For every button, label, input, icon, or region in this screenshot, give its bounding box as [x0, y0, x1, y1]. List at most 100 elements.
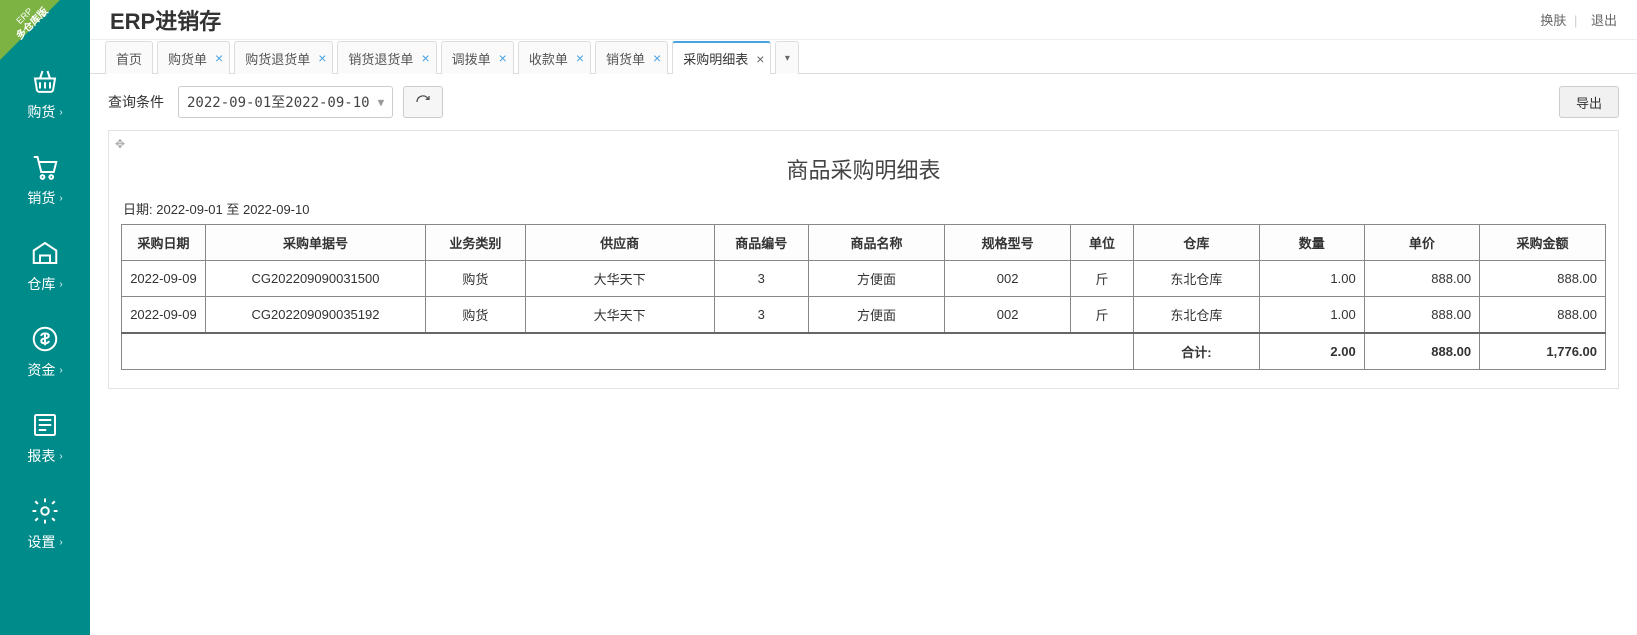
- sidebar-item-label: 仓库: [27, 274, 55, 294]
- cell-unit: 斤: [1071, 297, 1134, 334]
- total-price: 888.00: [1364, 333, 1479, 370]
- date-range-select[interactable]: 2022-09-01至2022-09-10 ▼: [178, 86, 393, 118]
- sidebar: 购货 › 销货 › 仓库 › 资金 ›: [0, 0, 90, 635]
- chevron-right-icon: ›: [59, 537, 62, 548]
- close-icon[interactable]: ×: [421, 51, 429, 65]
- cell-type: 购货: [426, 261, 526, 297]
- warehouse-icon: [28, 236, 62, 270]
- sidebar-item-label: 设置: [27, 532, 55, 552]
- cell-supplier: 大华天下: [525, 261, 714, 297]
- chevron-right-icon: ›: [59, 107, 62, 118]
- cell-price: 888.00: [1364, 297, 1479, 334]
- report-table: 采购日期 采购单据号 业务类别 供应商 商品编号 商品名称 规格型号 单位 仓库…: [121, 224, 1606, 370]
- cell-pcode: 3: [714, 297, 808, 334]
- close-icon[interactable]: ×: [756, 52, 764, 66]
- tab-purchase-order[interactable]: 购货单 ×: [157, 41, 230, 74]
- cell-date: 2022-09-09: [122, 297, 206, 334]
- sidebar-item-sales[interactable]: 销货 ›: [0, 136, 90, 222]
- table-row[interactable]: 2022-09-09 CG202209090031500 购货 大华天下 3 方…: [122, 261, 1606, 297]
- col-order: 采购单据号: [205, 225, 425, 261]
- cell-pcode: 3: [714, 261, 808, 297]
- logout-link[interactable]: 退出: [1591, 13, 1617, 28]
- toolbar: 查询条件 2022-09-01至2022-09-10 ▼ 导出: [90, 74, 1637, 130]
- cell-spec: 002: [945, 297, 1071, 334]
- sidebar-item-reports[interactable]: 报表 ›: [0, 394, 90, 480]
- close-icon[interactable]: ×: [499, 51, 507, 65]
- date-sep: 至: [223, 202, 243, 217]
- tab-label: 调拨单: [452, 49, 491, 68]
- divider: |: [1574, 13, 1577, 28]
- sidebar-item-settings[interactable]: 设置 ›: [0, 480, 90, 566]
- tab-home[interactable]: 首页: [105, 41, 153, 74]
- tab-receipt[interactable]: 收款单 ×: [518, 41, 591, 74]
- col-date: 采购日期: [122, 225, 206, 261]
- cell-pname: 方便面: [808, 297, 944, 334]
- close-icon[interactable]: ×: [576, 51, 584, 65]
- refresh-button[interactable]: [403, 86, 443, 118]
- col-supplier: 供应商: [525, 225, 714, 261]
- tab-label: 采购明细表: [683, 49, 748, 68]
- close-icon[interactable]: ×: [215, 51, 223, 65]
- cell-qty: 1.00: [1259, 261, 1364, 297]
- close-icon[interactable]: ×: [653, 51, 661, 65]
- report-date-line: 日期: 2022-09-01 至 2022-09-10: [121, 199, 1606, 218]
- sidebar-item-label: 报表: [27, 446, 55, 466]
- chevron-down-icon: ▾: [785, 53, 790, 64]
- tab-label: 销货退货单: [348, 49, 413, 68]
- gear-icon: [28, 494, 62, 528]
- report-icon: [28, 408, 62, 442]
- chevron-right-icon: ›: [59, 451, 62, 462]
- sidebar-item-label: 销货: [27, 188, 55, 208]
- cell-order: CG202209090031500: [205, 261, 425, 297]
- tab-label: 收款单: [529, 49, 568, 68]
- close-icon[interactable]: ×: [318, 51, 326, 65]
- chevron-right-icon: ›: [59, 365, 62, 376]
- tab-label: 购货单: [168, 49, 207, 68]
- cell-date: 2022-09-09: [122, 261, 206, 297]
- panel-settings-icon[interactable]: ✥: [115, 137, 125, 151]
- sidebar-item-purchase[interactable]: 购货 ›: [0, 50, 90, 136]
- content: ✥ 商品采购明细表 日期: 2022-09-01 至 2022-09-10 采购…: [90, 130, 1637, 407]
- cell-qty: 1.00: [1259, 297, 1364, 334]
- col-type: 业务类别: [426, 225, 526, 261]
- sidebar-item-warehouse[interactable]: 仓库 ›: [0, 222, 90, 308]
- total-qty: 2.00: [1259, 333, 1364, 370]
- report-title: 商品采购明细表: [121, 143, 1606, 199]
- cell-order: CG202209090035192: [205, 297, 425, 334]
- date-to: 2022-09-10: [243, 202, 310, 217]
- cell-spec: 002: [945, 261, 1071, 297]
- report-panel: ✥ 商品采购明细表 日期: 2022-09-01 至 2022-09-10 采购…: [108, 130, 1619, 389]
- table-header-row: 采购日期 采购单据号 业务类别 供应商 商品编号 商品名称 规格型号 单位 仓库…: [122, 225, 1606, 261]
- date-prefix: 日期:: [123, 202, 156, 217]
- table-total-row: 合计: 2.00 888.00 1,776.00: [122, 333, 1606, 370]
- date-from: 2022-09-01: [156, 202, 223, 217]
- cell-supplier: 大华天下: [525, 297, 714, 334]
- cell-pname: 方便面: [808, 261, 944, 297]
- sidebar-item-label: 购货: [27, 102, 55, 122]
- total-amount: 1,776.00: [1480, 333, 1606, 370]
- cell-price: 888.00: [1364, 261, 1479, 297]
- dollar-icon: [28, 322, 62, 356]
- tab-transfer[interactable]: 调拨单 ×: [441, 41, 514, 74]
- query-label: 查询条件: [108, 92, 164, 112]
- tab-sales-return[interactable]: 销货退货单 ×: [337, 41, 436, 74]
- sidebar-item-label: 资金: [27, 360, 55, 380]
- tab-purchase-return[interactable]: 购货退货单 ×: [234, 41, 333, 74]
- cell-wh: 东北仓库: [1133, 297, 1259, 334]
- cell-wh: 东北仓库: [1133, 261, 1259, 297]
- sidebar-item-finance[interactable]: 资金 ›: [0, 308, 90, 394]
- skin-link[interactable]: 换肤: [1540, 13, 1566, 28]
- chevron-down-icon: ▼: [378, 96, 385, 109]
- col-wh: 仓库: [1133, 225, 1259, 261]
- tab-purchase-detail-report[interactable]: 采购明细表 ×: [672, 41, 771, 74]
- chevron-right-icon: ›: [59, 193, 62, 204]
- col-price: 单价: [1364, 225, 1479, 261]
- tab-overflow-button[interactable]: ▾: [775, 41, 799, 74]
- cell-amount: 888.00: [1480, 261, 1606, 297]
- tabstrip: 首页 购货单 × 购货退货单 × 销货退货单 × 调拨单 × 收款单 × 销货单…: [90, 40, 1637, 74]
- header-links: 换肤 | 退出: [1534, 10, 1617, 29]
- export-button[interactable]: 导出: [1559, 86, 1619, 118]
- table-row[interactable]: 2022-09-09 CG202209090035192 购货 大华天下 3 方…: [122, 297, 1606, 334]
- tab-sales-order[interactable]: 销货单 ×: [595, 41, 668, 74]
- cart-icon: [28, 150, 62, 184]
